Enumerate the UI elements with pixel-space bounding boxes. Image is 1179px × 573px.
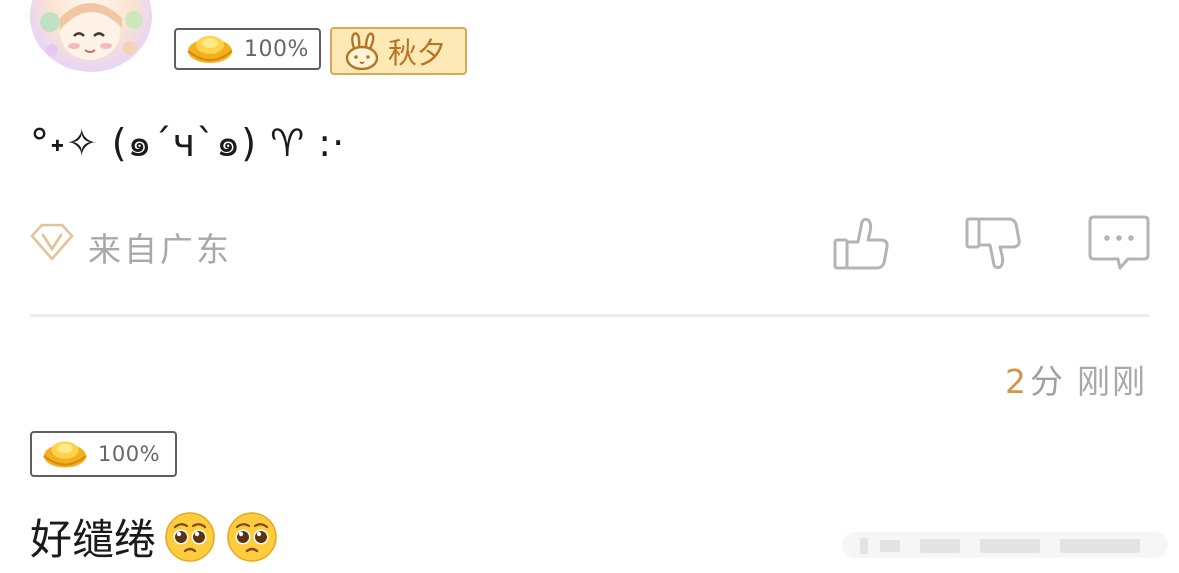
timestamp: 刚刚 xyxy=(1077,362,1147,401)
comment-row: 好缱绻 xyxy=(30,506,278,567)
user-badge-name: 秋夕 xyxy=(388,36,447,70)
pleading-face-icon xyxy=(165,511,215,562)
reply-icon[interactable] xyxy=(1088,215,1150,271)
avatar[interactable] xyxy=(30,0,152,72)
score-value: 2 xyxy=(1005,362,1026,401)
divider xyxy=(30,314,1149,317)
user-level-badge[interactable]: 秋夕 xyxy=(330,27,467,75)
watermark xyxy=(842,532,1168,558)
gold-badge-percent: 100% xyxy=(244,36,309,62)
gold-badge[interactable]: 100% xyxy=(174,28,321,70)
score-unit: 分 xyxy=(1030,362,1063,401)
v-diamond-icon xyxy=(30,223,74,261)
gold-badge[interactable]: 100% xyxy=(30,431,177,477)
thumbs-down-icon[interactable] xyxy=(964,216,1024,272)
gold-ingot-icon xyxy=(187,36,233,63)
comment-text: °˖✧ (๑´ч`๑) ♈︎ :· xyxy=(30,121,346,165)
gold-badge-percent: 100% xyxy=(98,442,161,466)
pleading-face-icon xyxy=(227,511,277,562)
avatar-illustration xyxy=(40,3,143,60)
rabbit-icon xyxy=(345,32,379,70)
comment-text: 好缱绻 xyxy=(30,515,157,564)
score-time-row: 2 分刚刚 xyxy=(1005,355,1147,403)
thumbs-up-icon[interactable] xyxy=(832,216,892,272)
location-text: 来自广东 xyxy=(88,230,232,269)
gold-ingot-icon xyxy=(43,441,87,468)
